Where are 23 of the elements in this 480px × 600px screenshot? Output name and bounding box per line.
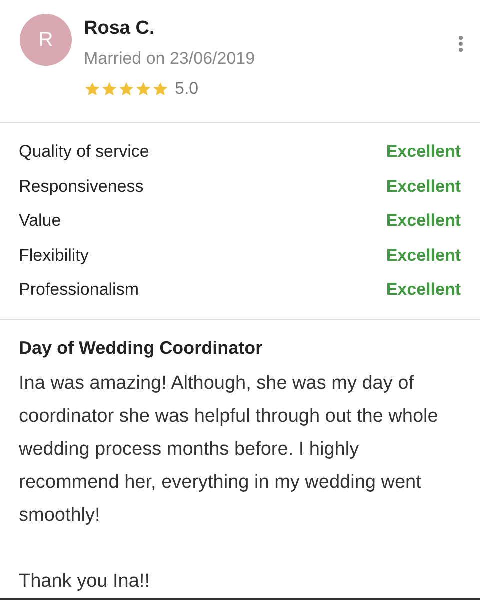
rating-label: Quality of service [19,141,150,163]
rating-score: 5.0 [175,78,199,100]
wedding-date: Married on 23/06/2019 [84,48,256,70]
rating-value: Excellent [386,244,461,266]
avatar: R [20,14,72,66]
rating-value: Excellent [386,176,461,198]
rating-value: Excellent [386,279,461,301]
rating-label: Responsiveness [19,176,144,198]
review-text: Thank you Ina!! [19,570,151,594]
reviewer-name: Rosa C. [84,17,156,41]
more-options-icon[interactable] [458,35,464,53]
rating-label: Flexibility [19,244,89,266]
star-icon [118,80,135,97]
rating-label: Professionalism [19,279,139,301]
review-text: Ina was amazing! Although, she was my day of coordinator she was helpful through out the whole wedding process months before. I highly recommend her, everything in my wedding went smoothly! [19,372,440,528]
star-icon [84,80,101,97]
rating-label: Value [19,210,62,232]
rating-value: Excellent [386,210,461,232]
review-title: Day of Wedding Coordinator [19,337,264,360]
star-icon [135,80,152,97]
star-icon [152,80,169,97]
rating-value: Excellent [386,141,461,163]
star-icon [101,80,118,97]
